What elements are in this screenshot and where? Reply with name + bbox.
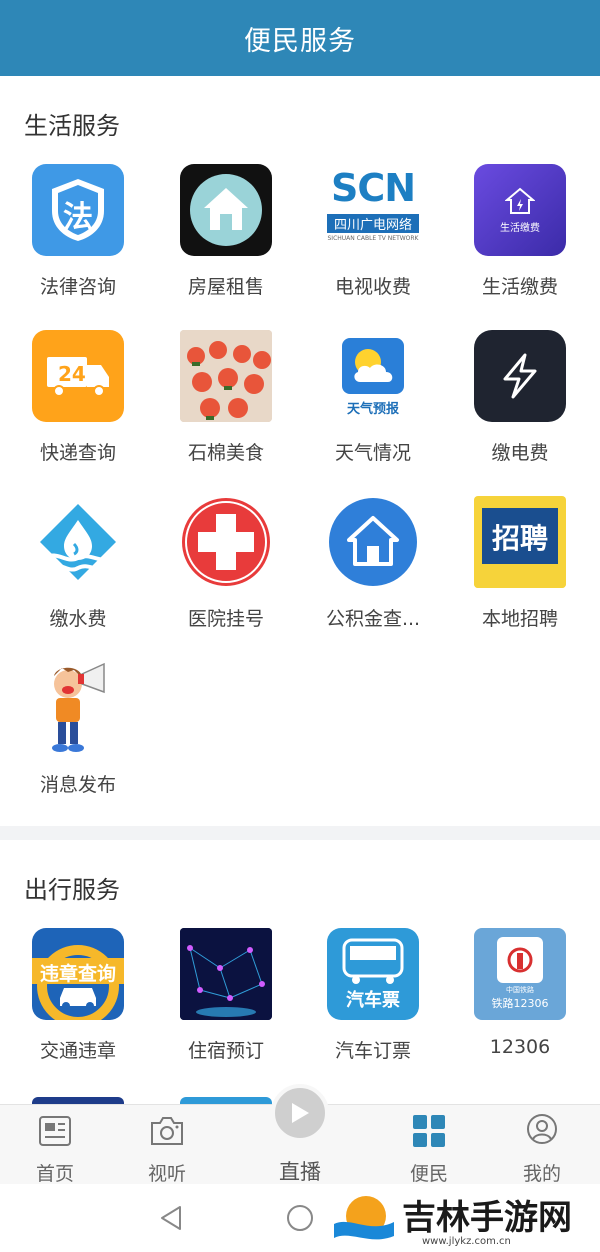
page-title: 便民服务 (244, 25, 356, 57)
back-nav-icon[interactable] (158, 1204, 184, 1232)
food-photo-icon (180, 330, 272, 422)
service-label: 生活缴费 (481, 276, 558, 298)
service-label: 汽车订票 (334, 1040, 411, 1062)
life-services-section: 生活服务 法 法律咨询 房屋租售 SCN 四川广电网络 SICHUAN CABL… (0, 76, 600, 826)
weather-forecast-icon: 天气预报 (327, 330, 419, 422)
law-shield-icon: 法 (32, 164, 124, 256)
tab-profile[interactable]: 我的 (487, 1105, 597, 1185)
app-header: 便民服务 (0, 0, 600, 76)
service-label: 消息发布 (39, 774, 116, 796)
service-local-food[interactable]: 石棉美食 (148, 330, 296, 490)
service-label: 缴水费 (49, 608, 107, 630)
service-legal-consult[interactable]: 法 法律咨询 (0, 164, 148, 324)
service-express-query[interactable]: 24 快递查询 (0, 330, 148, 490)
watermark-title: 吉林手游网 (402, 1198, 572, 1238)
tab-live-label: 直播 (279, 1160, 321, 1184)
service-label: 房屋租售 (187, 276, 264, 298)
service-label: 医院挂号 (187, 608, 264, 630)
home-nav-icon[interactable] (286, 1204, 314, 1232)
service-bus-ticket[interactable]: 汽车票 汽车订票 (295, 928, 443, 1088)
red-cross-icon (180, 496, 272, 588)
recruitment-icon: 招聘 (474, 496, 566, 588)
megaphone-boy-icon (32, 662, 124, 754)
tab-media[interactable]: 视听 (112, 1105, 222, 1185)
service-housing-fund[interactable]: 公积金查... (295, 496, 443, 656)
service-water-fee[interactable]: 缴水费 (0, 496, 148, 656)
user-icon (527, 1114, 557, 1144)
service-label: 公积金查... (325, 608, 421, 630)
travel-services-section: 出行服务 违章查询 交通违章 住宿预订 汽车票 汽车订票 中国铁路 铁路1230… (0, 840, 600, 1110)
life-payment-icon: 生活缴费 (474, 164, 566, 256)
service-house-rental[interactable]: 房屋租售 (148, 164, 296, 324)
service-label: 电视收费 (334, 276, 411, 298)
service-label: 交通违章 (39, 1040, 116, 1062)
service-label: 快递查询 (39, 442, 116, 464)
service-local-recruit[interactable]: 招聘 本地招聘 (442, 496, 590, 656)
service-tv-fee[interactable]: SCN 四川广电网络 SICHUAN CABLE TV NETWORK 电视收费 (295, 164, 443, 324)
site-watermark: 吉林手游网 www.jlykz.com.cn (330, 1186, 600, 1252)
service-label: 12306 (489, 1036, 551, 1058)
traffic-violation-icon: 违章查询 (32, 928, 124, 1020)
tab-label: 视听 (147, 1163, 186, 1185)
delivery-truck-icon: 24 (32, 330, 124, 422)
home-news-icon (39, 1116, 71, 1146)
service-post-message[interactable]: 消息发布 (0, 662, 148, 822)
service-label: 石棉美食 (187, 442, 264, 464)
tab-live-button[interactable] (271, 1084, 329, 1142)
service-traffic-violation[interactable]: 违章查询 交通违章 (0, 928, 148, 1088)
service-hospital-register[interactable]: 医院挂号 (148, 496, 296, 656)
service-label: 本地招聘 (481, 608, 558, 630)
service-label: 法律咨询 (39, 276, 116, 298)
hotel-booking-icon (180, 928, 272, 1020)
water-drop-icon (32, 496, 124, 588)
play-icon (292, 1103, 309, 1123)
service-label: 住宿预订 (187, 1040, 264, 1062)
service-electricity-fee[interactable]: 缴电费 (442, 330, 590, 490)
tab-label: 首页 (35, 1163, 74, 1185)
service-life-payment[interactable]: 生活缴费 生活缴费 (442, 164, 590, 324)
tab-label: 我的 (522, 1163, 561, 1185)
service-railway-12306[interactable]: 中国铁路 铁路12306 12306 (442, 928, 590, 1088)
service-label: 缴电费 (491, 442, 549, 464)
housing-fund-icon (327, 496, 419, 588)
house-icon (180, 164, 272, 256)
section-title-travel: 出行服务 (24, 876, 120, 904)
tab-label: 便民 (409, 1163, 448, 1185)
tab-home[interactable]: 首页 (0, 1105, 110, 1185)
tab-services[interactable]: 便民 (374, 1105, 484, 1185)
watermark-url: www.jlykz.com.cn (422, 1236, 511, 1247)
grid-icon (413, 1115, 445, 1147)
bus-ticket-icon: 汽车票 (327, 928, 419, 1020)
scn-tv-logo-icon: SCN 四川广电网络 SICHUAN CABLE TV NETWORK (327, 164, 419, 256)
railway-12306-icon: 中国铁路 铁路12306 (474, 928, 566, 1020)
service-label: 天气情况 (334, 442, 411, 464)
section-title-life: 生活服务 (24, 112, 120, 140)
service-hotel-booking[interactable]: 住宿预订 (148, 928, 296, 1088)
lightning-icon (474, 330, 566, 422)
service-weather[interactable]: 天气预报 天气情况 (295, 330, 443, 490)
camera-icon (151, 1117, 183, 1145)
